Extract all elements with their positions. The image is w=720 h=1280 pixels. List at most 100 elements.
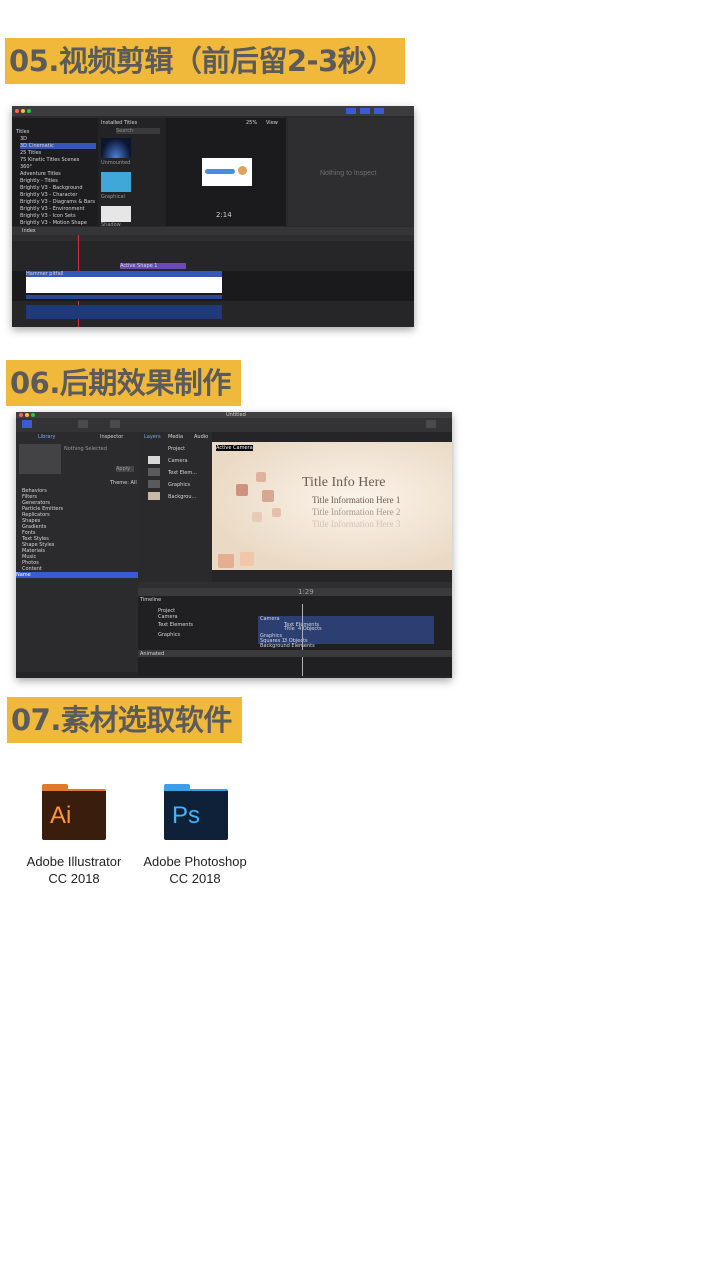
- timeline-layer[interactable]: Text Elements: [158, 622, 193, 628]
- fcp-screenshot: Titles 3D 3D Cinematic 25 Titles 75 Kine…: [12, 106, 414, 327]
- timeline-layer[interactable]: Graphics: [158, 632, 180, 638]
- section-06-heading: 06.后期效果制作: [6, 360, 241, 406]
- animated-menu[interactable]: Animated: [140, 651, 164, 657]
- active-camera-menu[interactable]: Active Camera: [216, 445, 253, 451]
- library-item[interactable]: Brightly V3 - Diagrams & Bars: [20, 199, 95, 205]
- preview-thumbnail: [19, 444, 61, 474]
- library-item-selected[interactable]: 3D Cinematic: [20, 143, 96, 149]
- library-item[interactable]: Brightly V3 - Icon Sets: [20, 213, 76, 219]
- timeline-track[interactable]: Title: [284, 626, 295, 632]
- tab-audio[interactable]: Audio: [194, 434, 208, 440]
- title-thumbnail[interactable]: [101, 172, 131, 192]
- app-icon-text: Ps: [172, 802, 201, 829]
- fcp-inspector: Nothing to Inspect: [288, 118, 414, 226]
- tab-library[interactable]: Library: [38, 434, 55, 440]
- toolbar-button[interactable]: [346, 108, 356, 114]
- library-item[interactable]: 3D: [20, 136, 27, 142]
- tab-inspector[interactable]: Inspector: [100, 434, 123, 440]
- illustrator-app-name[interactable]: Adobe Illustrator CC 2018: [14, 853, 134, 887]
- thumbnail-label: Graphical: [101, 194, 125, 200]
- viewer-zoom[interactable]: 25%: [246, 120, 257, 126]
- layer-row[interactable]: Camera: [168, 458, 188, 464]
- title-clip[interactable]: Active Shape 1: [120, 263, 186, 269]
- motion-toolbar: [16, 418, 452, 432]
- zoom-window-icon[interactable]: [27, 109, 31, 113]
- decor-square: [272, 508, 281, 517]
- import-button[interactable]: [110, 420, 120, 428]
- motion-timeline: Timeline Project Camera Text Elements Gr…: [138, 596, 452, 676]
- close-window-icon[interactable]: [15, 109, 19, 113]
- photoshop-app-icon[interactable]: Ps: [164, 784, 228, 840]
- timeline-layer[interactable]: Camera: [158, 614, 178, 620]
- decor-square: [236, 484, 248, 496]
- toolbar-button[interactable]: [360, 108, 370, 114]
- name-column-header[interactable]: Name: [16, 572, 138, 578]
- thumbnail-label: Unmounted: [101, 160, 131, 166]
- library-item[interactable]: Brightly V3 - Motion Shape: [20, 220, 87, 226]
- illustrator-app-icon[interactable]: Ai: [42, 784, 106, 840]
- layer-row[interactable]: Project: [168, 446, 185, 452]
- minimize-window-icon[interactable]: [21, 109, 25, 113]
- audio-clip[interactable]: [26, 305, 222, 319]
- project-pane-button[interactable]: [78, 420, 88, 428]
- apply-button[interactable]: Apply: [116, 466, 134, 472]
- motion-screenshot: Untitled Library Inspector Nothing Selec…: [16, 412, 452, 678]
- layer-row[interactable]: Text Elem...: [168, 470, 197, 476]
- library-item[interactable]: Titles: [16, 129, 29, 135]
- playhead[interactable]: [302, 604, 303, 676]
- library-item[interactable]: Brightly - Titles: [20, 178, 58, 184]
- timeline-ruler: [12, 235, 414, 241]
- app-icon-text: Ai: [50, 802, 72, 829]
- library-item[interactable]: Brightly V3 - Environment: [20, 206, 85, 212]
- app-name-line2: CC 2018: [169, 871, 221, 886]
- title-thumbnail[interactable]: [101, 206, 131, 222]
- viewer-timecode: 2:14: [216, 211, 232, 219]
- theme-menu[interactable]: Theme: All: [110, 480, 137, 486]
- library-item[interactable]: 25 Titles: [20, 150, 41, 156]
- layer-thumbnail: [148, 468, 160, 476]
- browser-header: Installed Titles: [101, 120, 138, 126]
- tab-media[interactable]: Media: [168, 434, 183, 440]
- decor-square: [256, 472, 266, 482]
- main-clip-filmstrip[interactable]: [26, 277, 222, 293]
- fcp-viewer: 25% View 2:14: [166, 118, 286, 226]
- library-item[interactable]: 75 Kinetic Titles Scenes: [20, 157, 79, 163]
- zoom-window-icon[interactable]: [31, 413, 35, 417]
- section-07-heading: 07.素材选取软件: [7, 697, 242, 743]
- canvas-title: Title Info Here: [302, 475, 386, 490]
- canvas-line: Title Information Here 2: [312, 507, 401, 517]
- timeline-track[interactable]: Camera: [260, 616, 280, 622]
- nothing-selected-text: Nothing Selected: [64, 446, 107, 452]
- timeline-label: Timeline: [140, 597, 162, 603]
- layer-row[interactable]: Graphics: [168, 482, 190, 488]
- toolbar-button[interactable]: [374, 108, 384, 114]
- main-clip-bottom: [26, 295, 222, 299]
- browser-search-input[interactable]: Search: [116, 128, 160, 134]
- share-button[interactable]: [426, 420, 436, 428]
- layer-row[interactable]: Backgrou...: [168, 494, 196, 500]
- inspector-empty-text: Nothing to Inspect: [320, 170, 377, 177]
- close-window-icon[interactable]: [19, 413, 23, 417]
- index-tab[interactable]: Index: [22, 228, 36, 234]
- tab-layers[interactable]: Layers: [144, 434, 161, 440]
- decor-square: [252, 512, 262, 522]
- app-name-line1: Adobe Illustrator: [26, 854, 122, 869]
- canvas-line: Title Information Here 3: [312, 519, 401, 529]
- transport-bar: 1:29: [138, 588, 452, 596]
- library-item[interactable]: Brightly V3 - Character: [20, 192, 77, 198]
- photoshop-app-name[interactable]: Adobe Photoshop CC 2018: [135, 853, 255, 887]
- library-item[interactable]: Adventure Titles: [20, 171, 61, 177]
- library-item[interactable]: 360°: [20, 164, 32, 170]
- canvas-line: Title Information Here 1: [312, 495, 401, 505]
- fcp-timeline-toolbar: Index: [12, 227, 414, 235]
- library-toolbar-button[interactable]: [22, 420, 32, 428]
- timeline-footer: [138, 650, 452, 657]
- library-item[interactable]: Brightly V3 - Background: [20, 185, 83, 191]
- avatar: [238, 166, 247, 175]
- minimize-window-icon[interactable]: [25, 413, 29, 417]
- viewer-view-menu[interactable]: View: [266, 120, 278, 126]
- decor-square: [262, 490, 274, 502]
- title-thumbnail[interactable]: [101, 138, 131, 158]
- fcp-library-sidebar: Titles 3D 3D Cinematic 25 Titles 75 Kine…: [12, 118, 98, 226]
- timeline-track[interactable]: Background Elements: [260, 643, 315, 649]
